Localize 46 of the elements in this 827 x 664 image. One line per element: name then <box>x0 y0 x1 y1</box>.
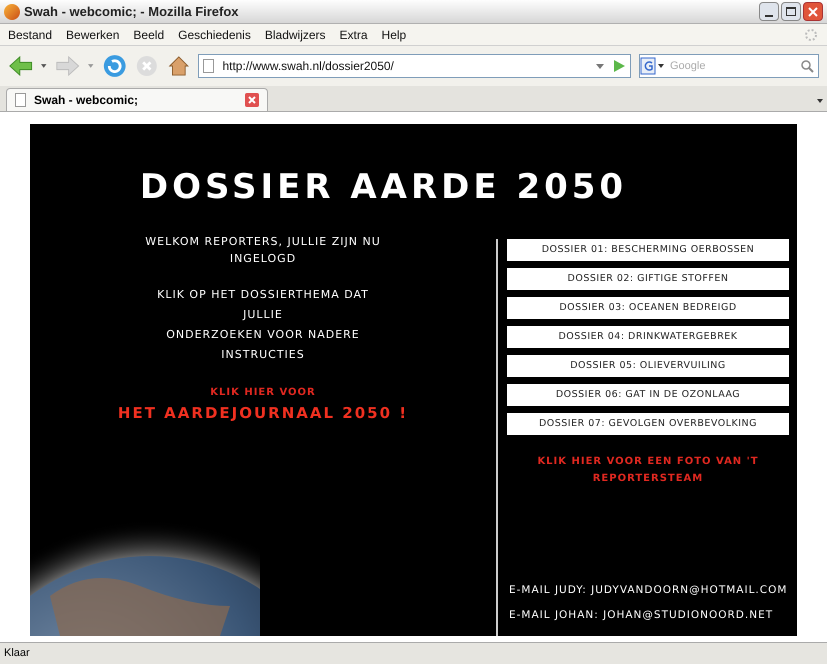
journal-link[interactable]: HET AARDEJOURNAAL 2050 ! <box>118 402 408 424</box>
close-button[interactable] <box>803 2 823 21</box>
search-engine-icon[interactable] <box>640 55 666 77</box>
dossier-button[interactable]: DOSSIER 04: DRINKWATERGEBREK <box>507 326 789 348</box>
dossier-button[interactable]: DOSSIER 03: OCEANEN BEDREIGD <box>507 297 789 319</box>
team-photo-link[interactable]: KLIK HIER VOOR EEN FOTO VAN 'T REPORTERSTEAM <box>508 453 788 487</box>
dossier-button[interactable]: DOSSIER 02: GIFTIGE STOFFEN <box>507 268 789 290</box>
email-text: E-MAIL JOHAN: JOHAN@STUDIONOORD.NET <box>509 608 774 624</box>
search-input[interactable]: Google <box>670 58 796 74</box>
instructions-text: KLIK OP HET DOSSIERTHEMA DAT JULLIE ONDERZOEKEN VOOR NADERE INSTRUCTIES <box>157 287 369 363</box>
dossier-button[interactable]: DOSSIER 06: GAT IN DE OZONLAAG <box>507 384 789 406</box>
menu-item[interactable]: Help <box>382 26 406 44</box>
menu-item[interactable]: Bestand <box>8 26 52 44</box>
page-title: DOSSIER AARDE 2050 <box>138 166 628 209</box>
reload-icon[interactable] <box>102 52 128 80</box>
dossier-button[interactable]: DOSSIER 07: GEVOLGEN OVERBEVOLKING <box>507 413 789 435</box>
throbber-icon <box>803 26 819 42</box>
close-icon <box>808 6 818 16</box>
url-text: http://www.swah.nl/dossier2050/ <box>222 58 395 75</box>
dropdown-caret-icon[interactable] <box>41 64 47 68</box>
email-text: E-MAIL JUDY: JUDYVANDOORN@HOTMAIL.COM <box>509 582 788 598</box>
browser-tab[interactable]: Swah - webcomic; <box>6 88 268 111</box>
address-field[interactable]: http://www.swah.nl/dossier2050/ <box>198 54 631 78</box>
menu-item[interactable]: Beeld <box>133 26 164 44</box>
window-title: Swah - webcomic; - Mozilla Firefox <box>24 2 240 21</box>
close-tab-icon[interactable] <box>245 93 259 107</box>
tab-list-caret-icon[interactable] <box>817 99 823 103</box>
go-arrow-icon[interactable] <box>612 59 626 73</box>
search-field[interactable]: Google <box>638 54 819 78</box>
page-icon <box>15 93 26 107</box>
menu-item[interactable]: Geschiedenis <box>178 26 251 44</box>
maximize-button[interactable] <box>781 2 801 21</box>
browser-logo-icon <box>4 4 20 20</box>
search-icon[interactable] <box>800 59 814 73</box>
journal-link[interactable]: KLIK HIER VOOR <box>210 385 316 400</box>
minimize-button[interactable] <box>759 2 779 21</box>
menu-item[interactable]: Bewerken <box>66 26 120 44</box>
dossier-button[interactable]: DOSSIER 05: OLIEVERVUILING <box>507 355 789 377</box>
welcome-text: WELKOM REPORTERS, JULLIE ZIJN NU INGELOGD <box>144 234 382 267</box>
menu-item[interactable]: Extra <box>340 26 368 44</box>
status-text: Klaar <box>4 646 30 662</box>
back-arrow-icon[interactable] <box>8 54 34 78</box>
page-icon <box>203 59 214 73</box>
dropdown-caret-icon[interactable] <box>596 64 604 68</box>
dossier-button[interactable]: DOSSIER 01: BESCHERMING OERBOSSEN <box>507 239 789 261</box>
menu-item[interactable]: Bladwijzers <box>264 26 326 44</box>
